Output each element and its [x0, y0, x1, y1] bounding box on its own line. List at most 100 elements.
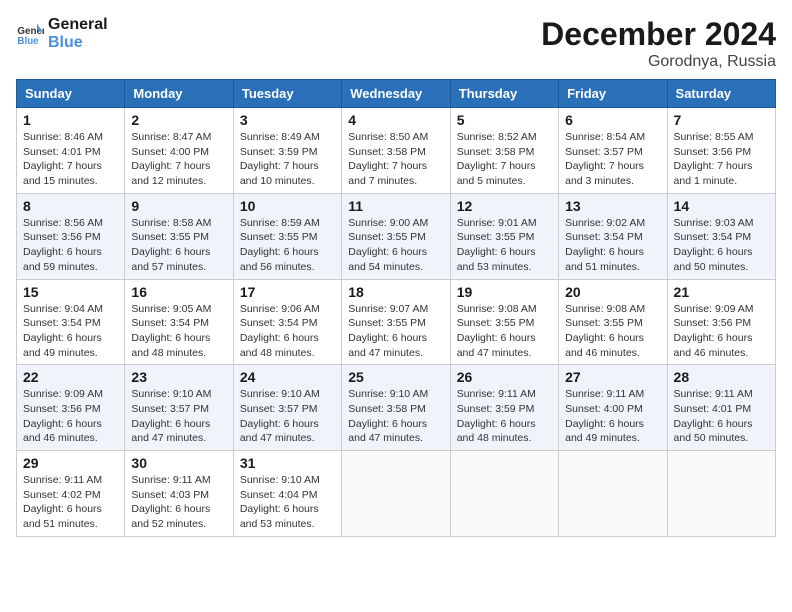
day-number: 18	[348, 284, 443, 300]
calendar-cell: 7 Sunrise: 8:55 AM Sunset: 3:56 PM Daylig…	[667, 108, 775, 194]
day-info: Sunrise: 9:07 AM Sunset: 3:55 PM Dayligh…	[348, 302, 443, 361]
day-number: 12	[457, 198, 552, 214]
calendar-cell: 11Sunrise: 9:00 AM Sunset: 3:55 PM Dayli…	[342, 193, 450, 279]
calendar-header: SundayMondayTuesdayWednesdayThursdayFrid…	[17, 80, 776, 108]
day-info: Sunrise: 9:08 AM Sunset: 3:55 PM Dayligh…	[565, 302, 660, 361]
page-header: General Blue General Blue December 2024 …	[16, 16, 776, 71]
day-info: Sunrise: 9:04 AM Sunset: 3:54 PM Dayligh…	[23, 302, 118, 361]
day-number: 1	[23, 112, 118, 128]
day-info: Sunrise: 8:46 AM Sunset: 4:01 PM Dayligh…	[23, 130, 118, 189]
svg-text:Blue: Blue	[17, 36, 39, 47]
day-number: 15	[23, 284, 118, 300]
day-info: Sunrise: 8:52 AM Sunset: 3:58 PM Dayligh…	[457, 130, 552, 189]
day-info: Sunrise: 9:11 AM Sunset: 4:00 PM Dayligh…	[565, 387, 660, 446]
day-info: Sunrise: 9:10 AM Sunset: 3:58 PM Dayligh…	[348, 387, 443, 446]
calendar-cell: 21 Sunrise: 9:09 AM Sunset: 3:56 PM Dayli…	[667, 279, 775, 365]
day-number: 28	[674, 369, 769, 385]
day-info: Sunrise: 9:00 AM Sunset: 3:55 PM Dayligh…	[348, 216, 443, 275]
header-cell-friday: Friday	[559, 80, 667, 108]
header-cell-thursday: Thursday	[450, 80, 558, 108]
day-number: 7	[674, 112, 769, 128]
calendar-cell	[667, 451, 775, 537]
day-number: 26	[457, 369, 552, 385]
day-number: 8	[23, 198, 118, 214]
day-number: 20	[565, 284, 660, 300]
calendar-cell: 29 Sunrise: 9:11 AM Sunset: 4:02 PM Dayli…	[17, 451, 125, 537]
week-row-5: 29 Sunrise: 9:11 AM Sunset: 4:02 PM Dayli…	[17, 451, 776, 537]
day-number: 29	[23, 455, 118, 471]
week-row-1: 1 Sunrise: 8:46 AM Sunset: 4:01 PM Daylig…	[17, 108, 776, 194]
calendar-cell: 9 Sunrise: 8:58 AM Sunset: 3:55 PM Daylig…	[125, 193, 233, 279]
day-info: Sunrise: 9:03 AM Sunset: 3:54 PM Dayligh…	[674, 216, 769, 275]
day-number: 30	[131, 455, 226, 471]
calendar-cell: 14 Sunrise: 9:03 AM Sunset: 3:54 PM Dayli…	[667, 193, 775, 279]
week-row-2: 8Sunrise: 8:56 AM Sunset: 3:56 PM Daylig…	[17, 193, 776, 279]
day-info: Sunrise: 9:11 AM Sunset: 4:02 PM Dayligh…	[23, 473, 118, 532]
calendar-cell: 30 Sunrise: 9:11 AM Sunset: 4:03 PM Dayli…	[125, 451, 233, 537]
day-info: Sunrise: 9:10 AM Sunset: 3:57 PM Dayligh…	[131, 387, 226, 446]
title-area: December 2024 Gorodnya, Russia	[541, 16, 776, 71]
calendar-cell: 16Sunrise: 9:05 AM Sunset: 3:54 PM Dayli…	[125, 279, 233, 365]
calendar-cell	[342, 451, 450, 537]
logo-icon: General Blue	[16, 20, 44, 48]
day-info: Sunrise: 9:01 AM Sunset: 3:55 PM Dayligh…	[457, 216, 552, 275]
day-number: 13	[565, 198, 660, 214]
calendar-table: SundayMondayTuesdayWednesdayThursdayFrid…	[16, 79, 776, 537]
day-number: 14	[674, 198, 769, 214]
day-info: Sunrise: 9:09 AM Sunset: 3:56 PM Dayligh…	[23, 387, 118, 446]
day-info: Sunrise: 9:09 AM Sunset: 3:56 PM Dayligh…	[674, 302, 769, 361]
calendar-cell: 18 Sunrise: 9:07 AM Sunset: 3:55 PM Dayli…	[342, 279, 450, 365]
calendar-cell: 13 Sunrise: 9:02 AM Sunset: 3:54 PM Dayli…	[559, 193, 667, 279]
header-cell-sunday: Sunday	[17, 80, 125, 108]
day-info: Sunrise: 8:58 AM Sunset: 3:55 PM Dayligh…	[131, 216, 226, 275]
day-info: Sunrise: 9:06 AM Sunset: 3:54 PM Dayligh…	[240, 302, 335, 361]
calendar-body: 1 Sunrise: 8:46 AM Sunset: 4:01 PM Daylig…	[17, 108, 776, 537]
location-title: Gorodnya, Russia	[541, 53, 776, 71]
calendar-cell: 1 Sunrise: 8:46 AM Sunset: 4:01 PM Daylig…	[17, 108, 125, 194]
day-number: 5	[457, 112, 552, 128]
day-info: Sunrise: 8:50 AM Sunset: 3:58 PM Dayligh…	[348, 130, 443, 189]
day-info: Sunrise: 8:55 AM Sunset: 3:56 PM Dayligh…	[674, 130, 769, 189]
day-info: Sunrise: 9:02 AM Sunset: 3:54 PM Dayligh…	[565, 216, 660, 275]
day-number: 19	[457, 284, 552, 300]
day-number: 16	[131, 284, 226, 300]
day-number: 21	[674, 284, 769, 300]
day-number: 3	[240, 112, 335, 128]
day-number: 2	[131, 112, 226, 128]
calendar-cell: 15 Sunrise: 9:04 AM Sunset: 3:54 PM Dayli…	[17, 279, 125, 365]
day-info: Sunrise: 9:10 AM Sunset: 3:57 PM Dayligh…	[240, 387, 335, 446]
calendar-cell: 19 Sunrise: 9:08 AM Sunset: 3:55 PM Dayli…	[450, 279, 558, 365]
week-row-3: 15 Sunrise: 9:04 AM Sunset: 3:54 PM Dayli…	[17, 279, 776, 365]
month-title: December 2024	[541, 16, 776, 53]
day-info: Sunrise: 8:47 AM Sunset: 4:00 PM Dayligh…	[131, 130, 226, 189]
calendar-cell: 31 Sunrise: 9:10 AM Sunset: 4:04 PM Dayli…	[233, 451, 341, 537]
calendar-cell: 22 Sunrise: 9:09 AM Sunset: 3:56 PM Dayli…	[17, 365, 125, 451]
day-info: Sunrise: 9:08 AM Sunset: 3:55 PM Dayligh…	[457, 302, 552, 361]
header-cell-tuesday: Tuesday	[233, 80, 341, 108]
day-number: 24	[240, 369, 335, 385]
calendar-cell: 20 Sunrise: 9:08 AM Sunset: 3:55 PM Dayli…	[559, 279, 667, 365]
week-row-4: 22 Sunrise: 9:09 AM Sunset: 3:56 PM Dayli…	[17, 365, 776, 451]
calendar-cell: 12 Sunrise: 9:01 AM Sunset: 3:55 PM Dayli…	[450, 193, 558, 279]
logo-text-line1: General	[48, 16, 108, 34]
day-number: 27	[565, 369, 660, 385]
day-number: 10	[240, 198, 335, 214]
calendar-cell: 3Sunrise: 8:49 AM Sunset: 3:59 PM Daylig…	[233, 108, 341, 194]
day-info: Sunrise: 8:59 AM Sunset: 3:55 PM Dayligh…	[240, 216, 335, 275]
calendar-cell: 4Sunrise: 8:50 AM Sunset: 3:58 PM Daylig…	[342, 108, 450, 194]
day-number: 31	[240, 455, 335, 471]
day-info: Sunrise: 9:11 AM Sunset: 4:01 PM Dayligh…	[674, 387, 769, 446]
calendar-cell: 6Sunrise: 8:54 AM Sunset: 3:57 PM Daylig…	[559, 108, 667, 194]
day-info: Sunrise: 9:10 AM Sunset: 4:04 PM Dayligh…	[240, 473, 335, 532]
day-number: 6	[565, 112, 660, 128]
calendar-cell: 8Sunrise: 8:56 AM Sunset: 3:56 PM Daylig…	[17, 193, 125, 279]
day-number: 9	[131, 198, 226, 214]
day-number: 22	[23, 369, 118, 385]
header-cell-saturday: Saturday	[667, 80, 775, 108]
logo-text-line2: Blue	[48, 34, 108, 52]
header-row: SundayMondayTuesdayWednesdayThursdayFrid…	[17, 80, 776, 108]
calendar-cell	[450, 451, 558, 537]
calendar-cell: 25Sunrise: 9:10 AM Sunset: 3:58 PM Dayli…	[342, 365, 450, 451]
calendar-cell: 10 Sunrise: 8:59 AM Sunset: 3:55 PM Dayli…	[233, 193, 341, 279]
day-info: Sunrise: 9:11 AM Sunset: 4:03 PM Dayligh…	[131, 473, 226, 532]
